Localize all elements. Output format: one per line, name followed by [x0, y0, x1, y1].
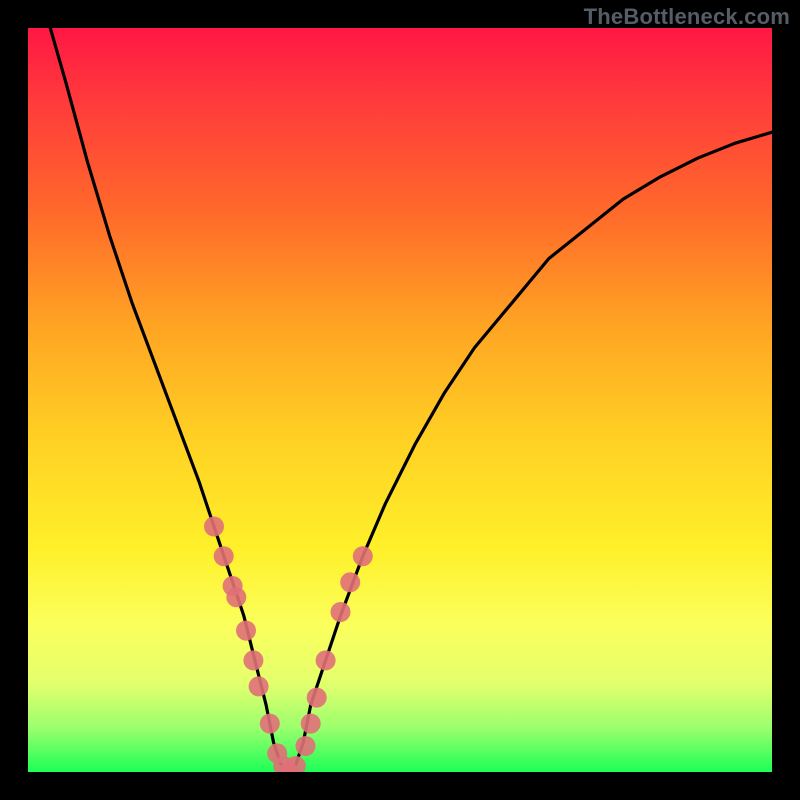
marker-dot [316, 650, 336, 670]
marker-dot [249, 676, 269, 696]
chart-svg [28, 28, 772, 772]
marker-dot [301, 714, 321, 734]
plot-area [28, 28, 772, 772]
marker-dot [204, 517, 224, 537]
marker-dot [331, 602, 351, 622]
curve-path [50, 28, 772, 772]
watermark-text: TheBottleneck.com [584, 4, 790, 30]
marker-dot [260, 714, 280, 734]
marker-dot [214, 546, 234, 566]
marker-dot [236, 621, 256, 641]
marker-dot [340, 572, 360, 592]
outer-frame: TheBottleneck.com [0, 0, 800, 800]
marker-dot [296, 736, 316, 756]
marker-dot [243, 650, 263, 670]
marker-dot [353, 546, 373, 566]
marker-dot [226, 587, 246, 607]
marker-dot [307, 688, 327, 708]
